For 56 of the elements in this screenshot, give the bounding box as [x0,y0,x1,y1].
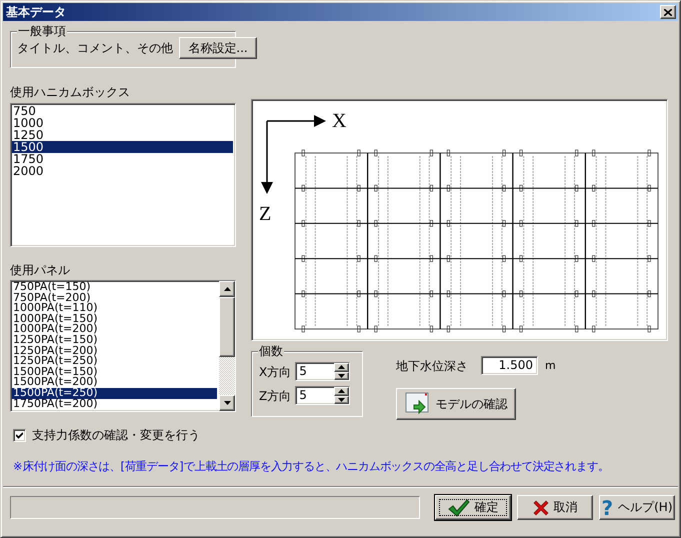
ok-button[interactable]: 確定 [435,495,511,520]
check-icon [16,432,23,438]
general-text: タイトル、コメント、その他 [17,41,173,55]
list-item[interactable]: 1750 [12,153,233,165]
note-text: ※床付け面の深さは、[荷重データ]で上載土の層厚を入力すると、ハニカムボックスの全高と足し合わせて決定されます。 [12,459,610,474]
axis-label: Z [259,203,272,225]
list-item[interactable]: 1000PA(t=200) [12,324,217,335]
window-arrow-icon [404,392,430,416]
list-item[interactable]: 750PA(t=200) [12,292,217,304]
depth-field[interactable]: 1.500 [481,356,538,375]
list-item[interactable]: 1500PA(t=250) [12,388,217,399]
checkbox[interactable] [13,428,26,442]
list-item[interactable]: 1500PA(t=200) [12,377,217,388]
field-label: Z方向 [259,388,292,402]
close-button[interactable] [660,5,676,19]
list-item[interactable]: 1500PA(t=150) [12,366,217,378]
list-label: 使用パネル [10,263,71,277]
list-item[interactable]: 1000 [12,117,233,129]
spin-field[interactable]: 5 [295,362,350,381]
list-item[interactable]: 1250 [12,129,233,141]
list-item[interactable]: 1000PA(t=110) [12,303,217,314]
axis-label: X [332,110,346,132]
x-axis-arrow [267,115,326,127]
question-icon: ? [602,498,614,518]
checkbox-label: 支持力係数の確認・変更を行う [32,428,200,442]
up-arrow-icon [338,389,346,394]
cancel-button[interactable]: 取消 [517,495,593,520]
window-title: 基本データ [6,4,66,20]
field-label: 地下水位深さ [396,358,468,372]
check-icon [448,498,470,516]
name-settings-button[interactable]: 名称設定... [179,37,257,59]
list-label: 使用ハニカムボックス [10,85,131,99]
list-item[interactable]: 1750PA(t=200) [12,398,217,410]
model-check-button[interactable]: モデルの確認 [396,388,516,420]
list-item[interactable]: 1000PA(t=150) [12,314,217,324]
x-icon [532,500,548,516]
list-item[interactable]: 1500 [12,141,233,153]
list-item[interactable]: 1250PA(t=150) [12,334,217,346]
down-arrow-icon [338,398,346,402]
unit-label: m [545,358,556,372]
up-arrow-icon [338,365,346,370]
field-label: X方向 [259,364,292,378]
close-icon [664,8,672,16]
list-item[interactable]: 750 [12,105,233,117]
scrollbar[interactable] [219,281,235,411]
list-item[interactable]: 750PA(t=150) [12,282,217,293]
help-button[interactable]: ? ヘルプ(H) [599,495,675,520]
down-arrow-icon [224,401,230,405]
group-label: 個数 [258,344,284,358]
list-item[interactable]: 1250PA(t=200) [12,346,217,356]
group-label: 一般事項 [17,24,67,38]
list-item[interactable]: 1250PA(t=250) [12,356,217,367]
up-arrow-icon [224,287,230,291]
spin-field[interactable]: 5 [295,386,350,405]
down-arrow-icon [338,374,346,378]
list-item[interactable]: 2000 [12,165,233,177]
